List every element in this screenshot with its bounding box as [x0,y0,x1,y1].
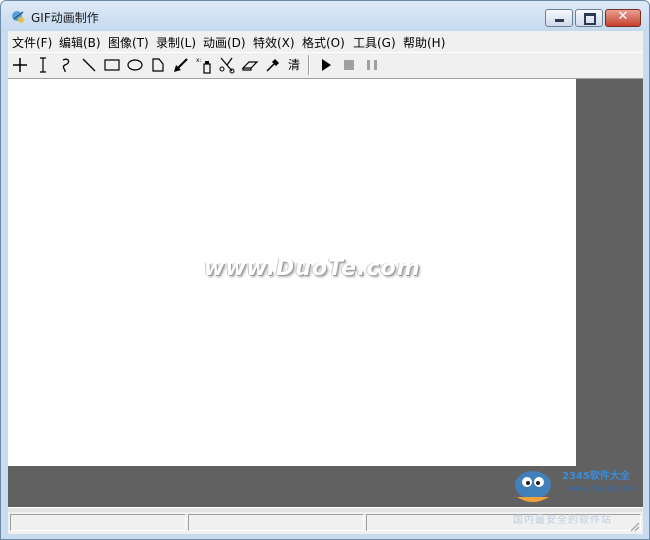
close-button[interactable]: ✕ [605,9,641,27]
menu-file[interactable]: 文件(F) [12,34,52,51]
play-icon[interactable] [317,56,335,74]
logo-brand: 2345软件大全 [562,471,630,482]
freehand-icon[interactable] [57,56,75,74]
drawing-canvas[interactable]: www.DuoTe.com [8,79,576,466]
window-title: GIF动画制作 [31,11,99,25]
spray-icon[interactable]: x: [195,56,213,74]
logo-url: www.DuoTe.com [569,484,636,493]
polygon-icon[interactable] [149,56,167,74]
menu-tools[interactable]: 工具(G) [353,34,396,51]
pause-icon[interactable] [363,56,381,74]
watermark: www.DuoTe.com [204,256,421,281]
rectangle-icon[interactable] [103,56,121,74]
app-window: GIF动画制作 ✕ 文件(F) 编辑(B) 图像(T) 录制(L) 动画(D) … [0,0,650,540]
menu-animation[interactable]: 动画(D) [203,34,246,51]
svg-text:x:: x: [196,57,202,64]
title-bar[interactable]: GIF动画制作 ✕ [1,1,649,31]
text-cursor-icon[interactable] [34,56,52,74]
menu-help[interactable]: 帮助(H) [403,34,445,51]
scissors-icon[interactable] [218,56,236,74]
crosshair-icon[interactable] [11,56,29,74]
toolbar: x: 清 [8,52,643,79]
app-icon [11,10,25,24]
eraser-icon[interactable] [241,56,259,74]
fill-arrow-icon[interactable] [172,56,190,74]
menu-record[interactable]: 录制(L) [156,34,196,51]
line-icon[interactable] [80,56,98,74]
menu-bar: 文件(F) 编辑(B) 图像(T) 录制(L) 动画(D) 特效(X) 格式(O… [8,31,643,51]
menu-effects[interactable]: 特效(X) [253,34,295,51]
menu-edit[interactable]: 编辑(B) [59,34,101,51]
close-icon: ✕ [617,9,629,24]
menu-image[interactable]: 图像(T) [108,34,149,51]
clear-button[interactable]: 清 [288,56,306,74]
maximize-button[interactable] [575,9,603,27]
ellipse-icon[interactable] [126,56,144,74]
minimize-button[interactable] [545,9,573,27]
resize-grip-icon[interactable] [629,521,641,533]
eyedropper-icon[interactable] [264,56,282,74]
workspace: www.DuoTe.com [8,79,643,507]
status-pane-2 [188,514,364,531]
stop-icon[interactable] [340,56,358,74]
logo-slogan: 国内最安全的软件站 [513,515,612,526]
menu-format[interactable]: 格式(O) [302,34,345,51]
toolbar-separator [308,55,310,75]
status-pane-1 [10,514,186,531]
